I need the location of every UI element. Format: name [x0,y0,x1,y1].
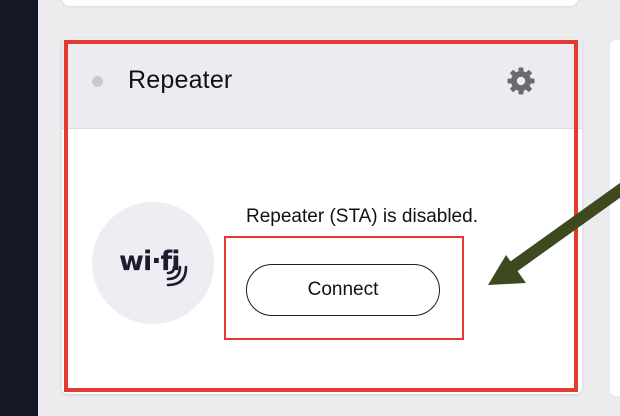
card-title: Repeater [128,66,233,94]
previous-card-edge [62,0,578,6]
card-header: Repeater [62,38,582,129]
connect-button[interactable]: Connect [246,264,440,316]
repeater-card: Repeater wi·fi Repeater (STA) is disable… [62,38,582,394]
left-navigation-rail [0,0,38,416]
wifi-logo-icon: wi·fi [92,202,214,324]
status-dot [92,76,103,87]
next-card-edge [610,40,620,396]
gear-icon[interactable] [506,66,536,96]
repeater-status-text: Repeater (STA) is disabled. [246,206,478,227]
